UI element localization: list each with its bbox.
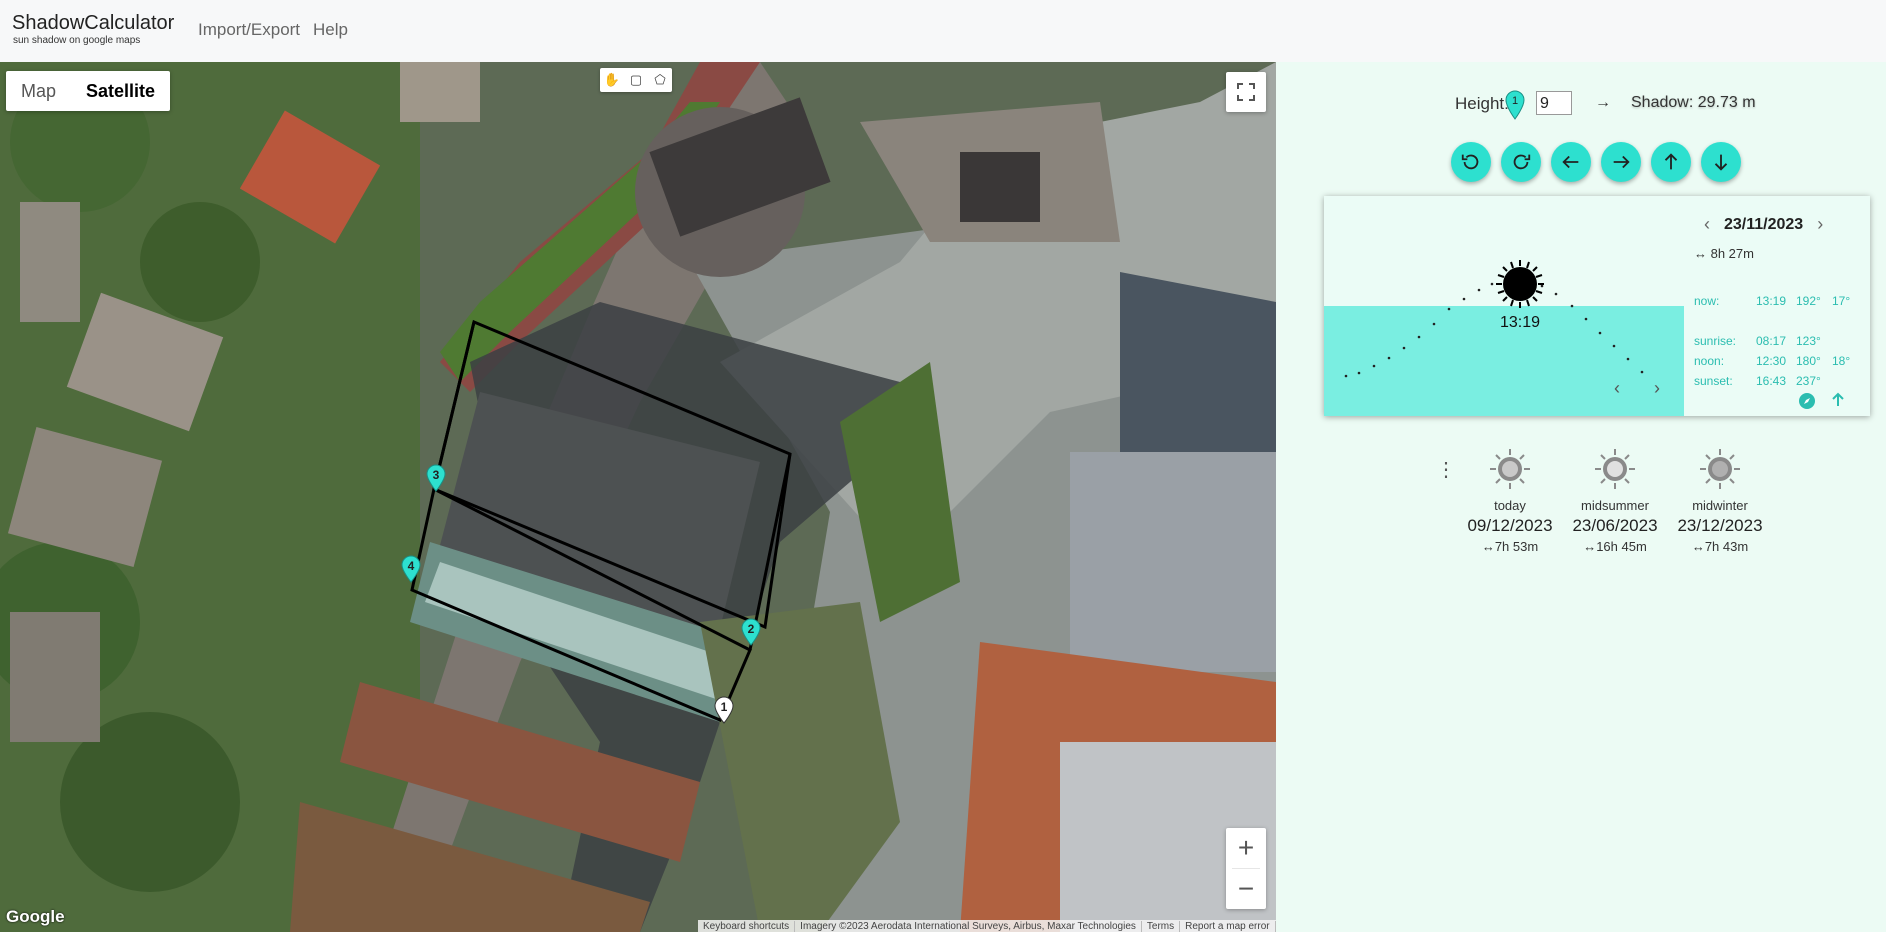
preset-length: ↔7h 43m	[1691, 539, 1749, 554]
marker-label: 1	[720, 700, 728, 714]
move-down-button[interactable]	[1701, 142, 1741, 182]
compass-icon[interactable]	[1798, 392, 1816, 413]
rotate-cw-button[interactable]	[1501, 142, 1541, 182]
preset-date: 23/12/2023	[1677, 516, 1763, 535]
preset-length: ↔16h 45m	[1583, 539, 1647, 554]
nav-import-export[interactable]: Import/Export	[198, 20, 300, 40]
preset-name: midwinter	[1692, 498, 1748, 513]
transform-controls	[1451, 142, 1741, 182]
preset-midwinter[interactable]: midwinter 23/12/2023 ↔7h 43m	[1670, 447, 1770, 554]
preset-today[interactable]: today 09/12/2023 ↔7h 53m	[1460, 447, 1560, 554]
move-up-button[interactable]	[1651, 142, 1691, 182]
rectangle-icon[interactable]: ▢	[624, 68, 648, 92]
satellite-imagery	[0, 62, 1276, 932]
current-time: 13:19	[1500, 314, 1541, 331]
preset-date: 09/12/2023	[1467, 516, 1553, 535]
height-label: Height:	[1455, 94, 1509, 113]
sun-row-now: now: 13:19 192° 17°	[1694, 294, 1851, 308]
shadow-length: Shadow: 29.73 m	[1631, 94, 1756, 111]
zoom-control: + −	[1226, 828, 1266, 909]
zoom-out-button[interactable]: −	[1226, 869, 1266, 909]
north-up-icon[interactable]	[1830, 392, 1846, 411]
rotate-ccw-button[interactable]	[1451, 142, 1491, 182]
hand-icon[interactable]: ✋	[600, 68, 624, 92]
marker-label: 2	[747, 622, 755, 636]
app-subtitle: sun shadow on google maps	[13, 35, 141, 46]
map-type-control: Map Satellite	[6, 71, 171, 111]
more-options-icon[interactable]: ⋮	[1436, 457, 1456, 482]
sun-path-arc	[1344, 260, 1644, 378]
sun-gray-icon	[1595, 449, 1635, 489]
marker-2[interactable]: 2	[740, 618, 762, 646]
preset-name: today	[1494, 498, 1526, 513]
time-prev-button[interactable]: ‹	[1614, 378, 1620, 399]
move-left-button[interactable]	[1551, 142, 1591, 182]
day-length: ↔ 8h 27m	[1694, 246, 1754, 261]
arrow-left-icon	[1562, 155, 1579, 169]
map-type-satellite-button[interactable]: Satellite	[71, 71, 170, 111]
app-title[interactable]: ShadowCalculator	[12, 12, 174, 35]
marker-label: 3	[432, 468, 440, 482]
fullscreen-button[interactable]	[1226, 72, 1266, 112]
sun-row-noon: noon: 12:30 180° 18°	[1694, 354, 1851, 368]
arrow-right-icon	[1613, 155, 1630, 169]
marker-label: 4	[407, 559, 415, 573]
polygon-icon[interactable]: ⬠	[648, 68, 672, 92]
sun-row-sunrise: sunrise: 08:17 123°	[1694, 334, 1821, 348]
sun-gray-icon	[1700, 449, 1740, 489]
height-row: Height: 1 9 → Shadow: 29.73 m	[1276, 90, 1886, 120]
preset-midsummer[interactable]: midsummer 23/06/2023 ↔16h 45m	[1565, 447, 1665, 554]
marker-1[interactable]: 1	[713, 696, 735, 724]
sun-gray-icon	[1490, 449, 1530, 489]
date-prev-button[interactable]: ‹	[1704, 214, 1710, 235]
date-next-button[interactable]: ›	[1817, 214, 1823, 235]
google-logo: Google	[6, 907, 65, 926]
preset-date: 23/06/2023	[1572, 516, 1658, 535]
map-type-map-button[interactable]: Map	[6, 71, 71, 111]
imagery-credit: Imagery ©2023 Aerodata International Sur…	[795, 920, 1142, 932]
time-next-button[interactable]: ›	[1654, 378, 1660, 399]
rotate-cw-icon	[1513, 154, 1531, 170]
sun-path-card: 13:19 ‹ › ‹ 23/11/2023 › ↔ 8h 27m now: 13…	[1324, 196, 1870, 416]
marker-3[interactable]: 3	[425, 464, 447, 492]
nav-help[interactable]: Help	[313, 20, 348, 40]
zoom-in-button[interactable]: +	[1226, 828, 1266, 868]
preset-name: midsummer	[1581, 498, 1649, 513]
svg-text:1: 1	[1512, 95, 1518, 107]
move-right-button[interactable]	[1601, 142, 1641, 182]
keyboard-shortcuts-link[interactable]: Keyboard shortcuts	[698, 920, 796, 932]
sun-row-sunset: sunset: 16:43 237°	[1694, 374, 1821, 388]
app-header: ShadowCalculator sun shadow on google ma…	[0, 0, 1886, 62]
terms-link[interactable]: Terms	[1142, 920, 1181, 932]
date-navigator: ‹ 23/11/2023 ›	[1704, 214, 1823, 235]
fullscreen-icon	[1237, 83, 1255, 101]
current-date[interactable]: 23/11/2023	[1724, 216, 1803, 234]
map-attribution: Keyboard shortcuts Imagery ©2023 Aerodat…	[698, 920, 1276, 932]
height-marker-icon: 1	[1504, 90, 1526, 125]
arrow-right-symbol: →	[1595, 94, 1611, 111]
preset-length: ↔7h 53m	[1481, 539, 1539, 554]
arrow-down-icon	[1714, 154, 1728, 171]
report-error-link[interactable]: Report a map error	[1180, 920, 1276, 932]
arrow-up-icon	[1664, 153, 1678, 170]
sun-panel: Height: 1 9 → Shadow: 29.73 m 13:19 ‹ › …	[1276, 62, 1886, 932]
sun-icon	[1496, 260, 1544, 308]
rotate-ccw-icon	[1461, 154, 1479, 170]
marker-4[interactable]: 4	[400, 555, 422, 583]
satellite-map[interactable]: Map Satellite ✋ ▢ ⬠ 1 2 3 4 + − Google K…	[0, 62, 1276, 932]
drawing-toolbar: ✋ ▢ ⬠	[600, 68, 672, 92]
height-input[interactable]: 9	[1536, 91, 1572, 115]
